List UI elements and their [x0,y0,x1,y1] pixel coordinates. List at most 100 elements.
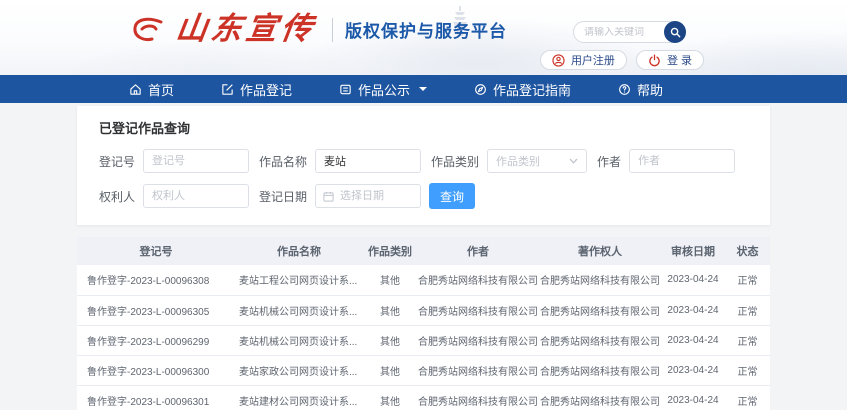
search-input[interactable] [574,27,664,38]
login-button[interactable]: 登 录 [636,50,704,70]
cell-work-name: 麦站家政公司网页设计系... [235,355,363,385]
chevron-down-icon [419,86,427,92]
cell-review-date: 2023-04-24 [661,355,725,385]
cell-author: 合肥秀站网络科技有限公司 [417,295,539,325]
cell-reg-no: 鲁作登字-2023-L-00096299 [77,325,235,355]
cell-author: 合肥秀站网络科技有限公司 [417,265,539,295]
cell-status: 正常 [725,385,770,410]
cell-category: 其他 [363,265,417,295]
rights-holder-label: 权利人 [99,188,135,205]
cell-reg-no: 鲁作登字-2023-L-00096301 [77,385,235,410]
cell-rights-holder: 合肥秀站网络科技有限公司 [539,355,661,385]
search-submit-button[interactable]: 查询 [429,183,475,209]
category-select[interactable]: 作品类别 [487,149,587,173]
query-form-row-1: 登记号 作品名称 作品类别 作品类别 作者 [99,149,748,173]
cell-category: 其他 [363,355,417,385]
rights-holder-input[interactable] [143,184,249,208]
nav-item-help[interactable]: 帮助 [618,80,663,99]
help-icon [618,83,631,96]
header-search-box [573,21,686,43]
edit-icon [221,83,234,96]
work-name-input[interactable] [315,149,421,173]
reg-date-picker[interactable] [315,184,421,208]
cell-review-date: 2023-04-24 [661,385,725,410]
register-button[interactable]: 用户注册 [540,50,627,70]
cell-author: 合肥秀站网络科技有限公司 [417,325,539,355]
cell-status: 正常 [725,325,770,355]
cell-review-date: 2023-04-24 [661,325,725,355]
user-icon [552,54,565,67]
cell-review-date: 2023-04-24 [661,265,725,295]
nav-item-work-publicity[interactable]: 作品公示 [339,80,427,99]
reg-no-label: 登记号 [99,153,135,170]
column-header-status: 状态 [725,237,770,265]
panel-title: 已登记作品查询 [99,118,748,137]
logo-calligraphy: 山东宣传 [174,14,318,45]
cell-author: 合肥秀站网络科技有限公司 [417,385,539,410]
brand-emblem-icon [130,15,166,45]
main-navbar: 首页 作品登记 作品公示 [0,75,847,103]
login-button-label: 登 录 [667,52,692,68]
column-header-category: 作品类别 [363,237,417,265]
chevron-down-icon [569,158,578,164]
cell-rights-holder: 合肥秀站网络科技有限公司 [539,265,661,295]
nav-item-home[interactable]: 首页 [129,80,174,99]
table-row: 鲁作登字-2023-L-00096300麦站家政公司网页设计系...其他合肥秀站… [77,355,770,385]
nav-item-label: 首页 [148,80,174,99]
results-table-body: 鲁作登字-2023-L-00096308麦站工程公司网页设计系...其他合肥秀站… [77,265,770,410]
cell-reg-no: 鲁作登字-2023-L-00096300 [77,355,235,385]
cell-work-name: 麦站机械公司网页设计系... [235,325,363,355]
category-select-value: 作品类别 [496,153,540,169]
register-button-label: 用户注册 [571,52,615,68]
cell-work-name: 麦站建材公司网页设计系... [235,385,363,410]
nav-item-registration-guide[interactable]: 作品登记指南 [474,80,571,99]
auth-buttons: 用户注册 登 录 [540,50,704,70]
column-header-work-name: 作品名称 [235,237,363,265]
cell-work-name: 麦站机械公司网页设计系... [235,295,363,325]
results-table-header: 登记号 作品名称 作品类别 作者 著作权人 审核日期 状态 [77,237,770,265]
cell-status: 正常 [725,295,770,325]
author-label: 作者 [597,153,621,170]
nav-item-label: 作品登记指南 [493,80,571,99]
cell-status: 正常 [725,265,770,295]
results-table: 登记号 作品名称 作品类别 作者 著作权人 审核日期 状态 鲁作登字-2023-… [77,237,770,410]
calendar-icon [323,191,334,202]
cell-rights-holder: 合肥秀站网络科技有限公司 [539,295,661,325]
cell-rights-holder: 合肥秀站网络科技有限公司 [539,385,661,410]
query-panel: 已登记作品查询 登记号 作品名称 作品类别 作品类别 作者 权利人 登记日期 [77,106,770,225]
table-row: 鲁作登字-2023-L-00096305麦站机械公司网页设计系...其他合肥秀站… [77,295,770,325]
brand-divider [332,18,333,42]
work-name-label: 作品名称 [259,153,307,170]
brand: 山东宣传 版权保护与服务平台 [130,14,507,45]
nav-item-work-registration[interactable]: 作品登记 [221,80,292,99]
cell-category: 其他 [363,325,417,355]
reg-no-input[interactable] [143,149,249,173]
nav-item-label: 帮助 [637,80,663,99]
cell-author: 合肥秀站网络科技有限公司 [417,355,539,385]
table-row: 鲁作登字-2023-L-00096308麦站工程公司网页设计系...其他合肥秀站… [77,265,770,295]
search-button[interactable] [664,21,686,43]
reg-date-label: 登记日期 [259,188,307,205]
compass-icon [474,83,487,96]
page: 山东宣传 版权保护与服务平台 [0,0,847,410]
home-icon [129,83,142,96]
column-header-author: 作者 [417,237,539,265]
reg-date-input[interactable] [340,190,413,202]
table-row: 鲁作登字-2023-L-00096299麦站机械公司网页设计系...其他合肥秀站… [77,325,770,355]
cell-review-date: 2023-04-24 [661,295,725,325]
cell-category: 其他 [363,295,417,325]
bulletin-icon [339,83,352,96]
cell-category: 其他 [363,385,417,410]
author-input[interactable] [629,149,735,173]
query-form-row-2: 权利人 登记日期 查询 [99,183,748,209]
cell-reg-no: 鲁作登字-2023-L-00096308 [77,265,235,295]
site-subtitle: 版权保护与服务平台 [345,17,507,42]
category-label: 作品类别 [431,153,479,170]
column-header-reg-no: 登记号 [77,237,235,265]
nav-item-label: 作品公示 [358,80,410,99]
cell-rights-holder: 合肥秀站网络科技有限公司 [539,325,661,355]
cell-work-name: 麦站工程公司网页设计系... [235,265,363,295]
top-header: 山东宣传 版权保护与服务平台 [0,0,847,75]
nav-item-label: 作品登记 [240,80,292,99]
table-row: 鲁作登字-2023-L-00096301麦站建材公司网页设计系...其他合肥秀站… [77,385,770,410]
